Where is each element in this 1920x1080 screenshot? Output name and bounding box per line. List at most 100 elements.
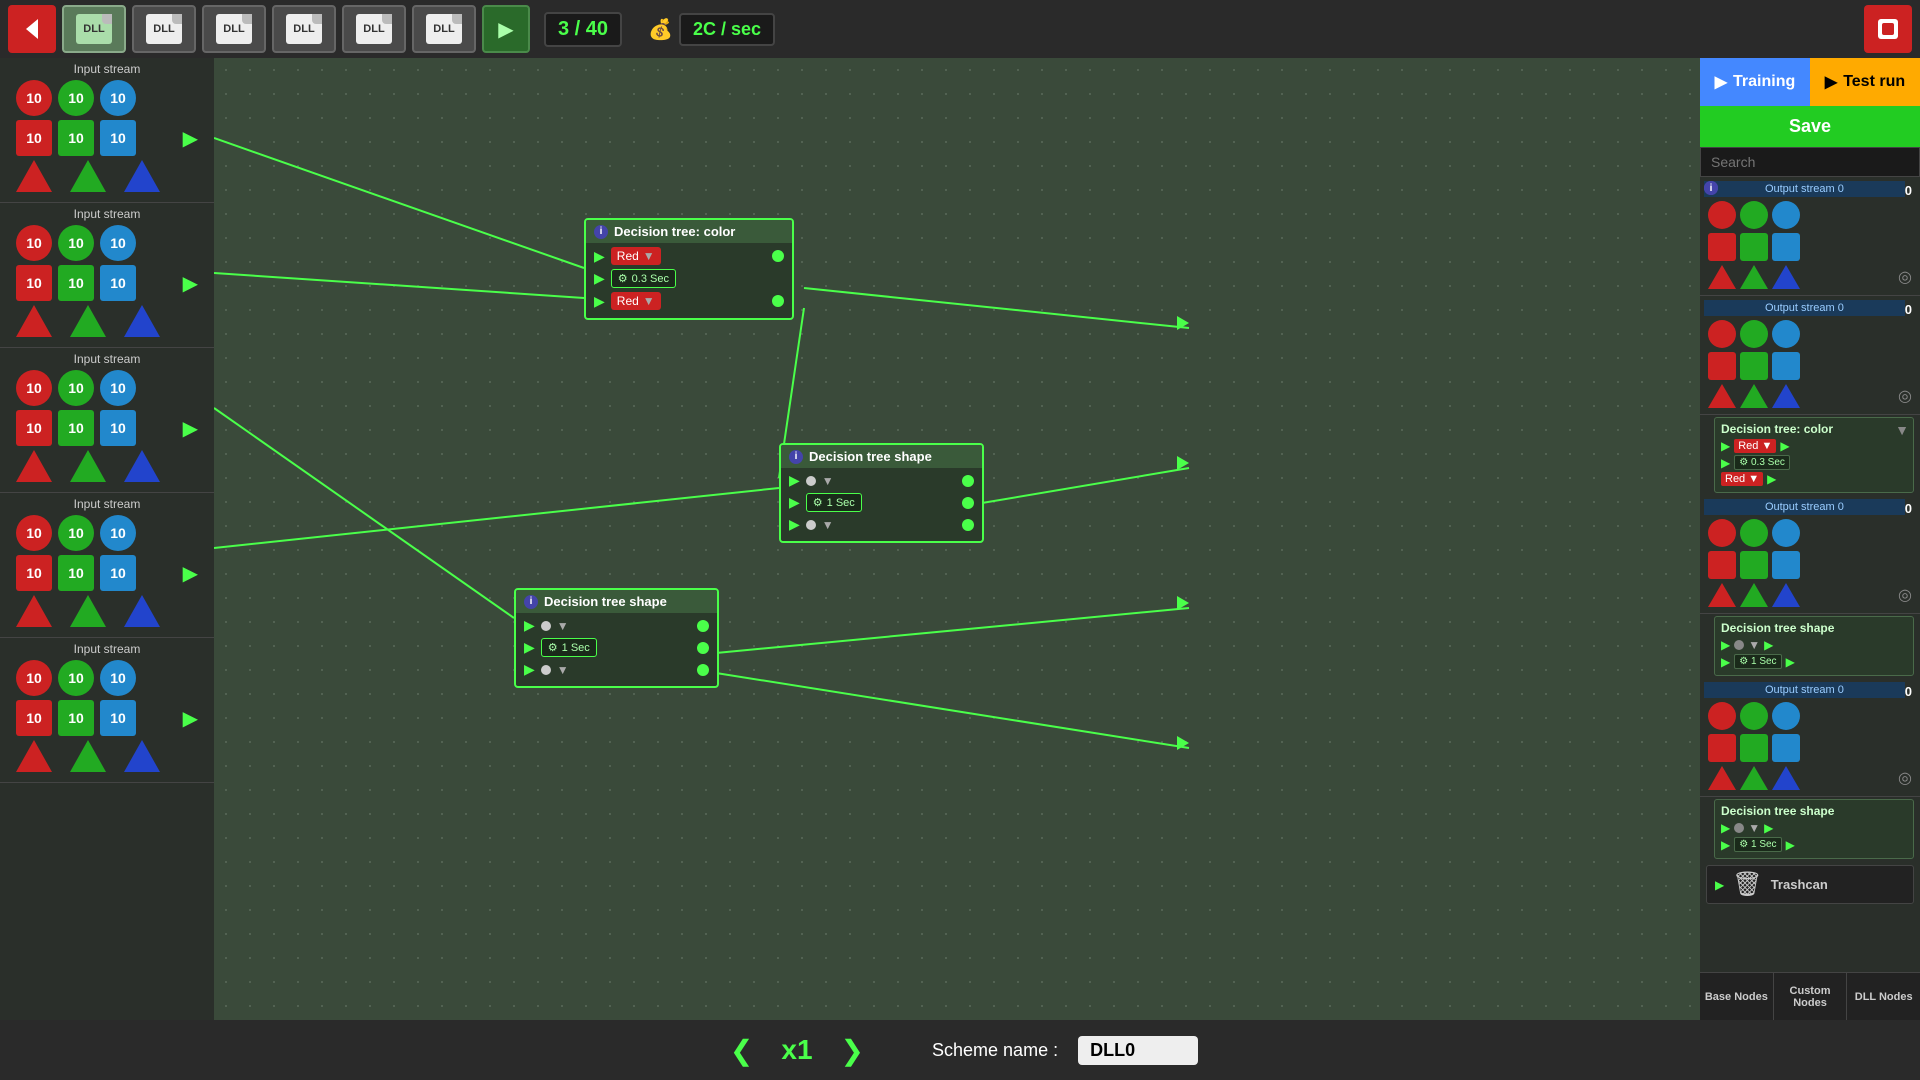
test-run-button[interactable]: ▶ Test run bbox=[1810, 58, 1920, 106]
rw-arrow-3a[interactable]: ▶ bbox=[1721, 821, 1730, 835]
rw-row-1b: ▶ ⚙ 0.3 Sec bbox=[1721, 455, 1907, 470]
node-left-arr-3c[interactable]: ▶ bbox=[524, 661, 535, 678]
out-tb-1 bbox=[1772, 265, 1800, 289]
node-header-2: i Decision tree shape bbox=[781, 445, 982, 468]
dll-tab-4[interactable]: DLL bbox=[342, 5, 406, 53]
out-cr-1 bbox=[1708, 201, 1736, 229]
s3-tr bbox=[16, 450, 52, 482]
rw-arrow-1b[interactable]: ▶ bbox=[1780, 439, 1789, 453]
dll-tab-3[interactable]: DLL bbox=[272, 5, 336, 53]
node-rc-3a[interactable] bbox=[697, 620, 709, 632]
s4-tb bbox=[124, 595, 160, 627]
rw-arrow-1d[interactable]: ▶ bbox=[1767, 472, 1776, 486]
node-decision-tree-color[interactable]: i Decision tree: color ▶ Red ▼ ▶ ⚙ 0.3 S… bbox=[584, 218, 794, 320]
rw-row-1a: ▶ Red ▼ ▶ bbox=[1721, 439, 1907, 453]
node-rc-3c[interactable] bbox=[697, 664, 709, 676]
dll-tab-0[interactable]: DLL bbox=[62, 5, 126, 53]
node-rc-2c[interactable] bbox=[962, 519, 974, 531]
speed-prev-button[interactable]: ❮ bbox=[722, 1030, 761, 1071]
node-decision-tree-shape-2[interactable]: i Decision tree shape ▶ ▼ ▶ ⚙ 1 Sec ▶ bbox=[514, 588, 719, 688]
corner-button[interactable] bbox=[1864, 5, 1912, 53]
trashcan-arrow[interactable]: ▶ bbox=[1715, 878, 1724, 892]
rw-arrow-1a[interactable]: ▶ bbox=[1721, 439, 1730, 453]
node-left-arr-2b[interactable]: ▶ bbox=[789, 494, 800, 511]
speed-next-button[interactable]: ❯ bbox=[833, 1030, 872, 1071]
node-right-connector-out-1[interactable] bbox=[772, 295, 784, 307]
s5-tb bbox=[124, 740, 160, 772]
node-left-arr-2a[interactable]: ▶ bbox=[789, 472, 800, 489]
tab-custom-nodes[interactable]: Custom Nodes bbox=[1774, 973, 1848, 1020]
node-left-arr-3b[interactable]: ▶ bbox=[524, 639, 535, 656]
out-cg-3 bbox=[1740, 519, 1768, 547]
shapes-row-tris-1 bbox=[8, 160, 206, 192]
node-left-connector-1[interactable]: ▶ bbox=[594, 248, 605, 265]
out-tr-1 bbox=[1708, 265, 1736, 289]
tab-dll-nodes[interactable]: DLL Nodes bbox=[1847, 973, 1920, 1020]
output-stream-label-4: Output stream 0 bbox=[1704, 682, 1905, 698]
rw-timer-1: ⚙ 0.3 Sec bbox=[1734, 455, 1790, 470]
right-scroll-area[interactable]: Output stream 0 0 ◎ Out bbox=[1700, 177, 1920, 972]
scheme-name-input[interactable] bbox=[1078, 1036, 1198, 1065]
rw-more-1[interactable]: ▼ bbox=[1895, 422, 1909, 438]
node-rc-2b[interactable] bbox=[962, 497, 974, 509]
play-arrow-1[interactable]: ▶ bbox=[183, 126, 198, 151]
tab-base-nodes[interactable]: Base Nodes bbox=[1700, 973, 1774, 1020]
node-left-arr-3a[interactable]: ▶ bbox=[524, 617, 535, 634]
rw-arrow-2c[interactable]: ▶ bbox=[1721, 655, 1730, 669]
out-sb-4 bbox=[1772, 734, 1800, 762]
play-arrow-5[interactable]: ▶ bbox=[183, 706, 198, 731]
rate-display: 💰 2C / sec bbox=[648, 13, 775, 46]
out-sg-4 bbox=[1740, 734, 1768, 762]
node-info-icon-3: i bbox=[524, 595, 538, 609]
shape-square-red: 10 bbox=[16, 120, 52, 156]
rw-dropdown-1[interactable]: Red ▼ bbox=[1734, 439, 1776, 453]
output-stream-section-2: Output stream 0 0 ◎ bbox=[1700, 296, 1920, 415]
shape-tri-red bbox=[16, 160, 52, 192]
search-input[interactable] bbox=[1700, 147, 1920, 177]
play-arrow-3[interactable]: ▶ bbox=[183, 416, 198, 441]
target-icon-4[interactable]: ◎ bbox=[1898, 768, 1912, 788]
input-stream-5: Input stream 101010 101010▶ bbox=[0, 638, 214, 783]
node-left-arrow-timer[interactable]: ▶ bbox=[594, 270, 605, 287]
rw-arrow-1c[interactable]: ▶ bbox=[1721, 456, 1730, 470]
test-run-label: Test run bbox=[1843, 73, 1905, 91]
training-button[interactable]: ▶ Training bbox=[1700, 58, 1810, 106]
rw-arrow-3d[interactable]: ▶ bbox=[1786, 838, 1795, 852]
rw-dropdown-1b[interactable]: Red ▼ bbox=[1721, 472, 1763, 486]
node-row-timer-1: ▶ ⚙ 0.3 Sec bbox=[594, 269, 784, 288]
target-icon-2[interactable]: ◎ bbox=[1898, 386, 1912, 406]
node-decision-tree-shape-1[interactable]: i Decision tree shape ▶ ▼ ▶ ⚙ 1 Sec ▶ bbox=[779, 443, 984, 543]
play-arrow-2[interactable]: ▶ bbox=[183, 271, 198, 296]
right-widget-color: Decision tree: color ▶ Red ▼ ▶ ▶ ⚙ 0.3 S… bbox=[1714, 417, 1914, 493]
out-cg-4 bbox=[1740, 702, 1768, 730]
target-icon-3[interactable]: ◎ bbox=[1898, 585, 1912, 605]
play-arrow-4[interactable]: ▶ bbox=[183, 561, 198, 586]
dll-tab-5[interactable]: DLL bbox=[412, 5, 476, 53]
upload-button[interactable]: ▶ bbox=[482, 5, 530, 53]
rw-arrow-3b[interactable]: ▶ bbox=[1764, 821, 1773, 835]
node-dropdown-out-1[interactable]: Red ▼ bbox=[611, 292, 661, 310]
node-left-arr-2c[interactable]: ▶ bbox=[789, 516, 800, 533]
rw-arrow-2b[interactable]: ▶ bbox=[1764, 638, 1773, 652]
save-button[interactable]: Save bbox=[1700, 106, 1920, 147]
s3-sr: 10 bbox=[16, 410, 52, 446]
scheme-name-label: Scheme name : bbox=[932, 1040, 1058, 1061]
back-button[interactable] bbox=[8, 5, 56, 53]
node-dropdown-1[interactable]: Red ▼ bbox=[611, 247, 661, 265]
rw-arrow-2d[interactable]: ▶ bbox=[1786, 655, 1795, 669]
node-rc-2a[interactable] bbox=[962, 475, 974, 487]
dll-tab-1[interactable]: DLL bbox=[132, 5, 196, 53]
node-right-connector-1[interactable] bbox=[772, 250, 784, 262]
s2-tb bbox=[124, 305, 160, 337]
node-rc-3b[interactable] bbox=[697, 642, 709, 654]
rw-arrow-2a[interactable]: ▶ bbox=[1721, 638, 1730, 652]
canvas-area[interactable]: i Decision tree: color ▶ Red ▼ ▶ ⚙ 0.3 S… bbox=[214, 58, 1700, 1020]
target-icon-1[interactable]: ◎ bbox=[1898, 267, 1912, 287]
out-tg-1 bbox=[1740, 265, 1768, 289]
s3-tg bbox=[70, 450, 106, 482]
rw-arrow-3c[interactable]: ▶ bbox=[1721, 838, 1730, 852]
dll-tab-2[interactable]: DLL bbox=[202, 5, 266, 53]
stream-label-4: Input stream bbox=[8, 497, 206, 511]
node-left-connector-out[interactable]: ▶ bbox=[594, 293, 605, 310]
input-stream-4: Input stream 101010 101010▶ bbox=[0, 493, 214, 638]
